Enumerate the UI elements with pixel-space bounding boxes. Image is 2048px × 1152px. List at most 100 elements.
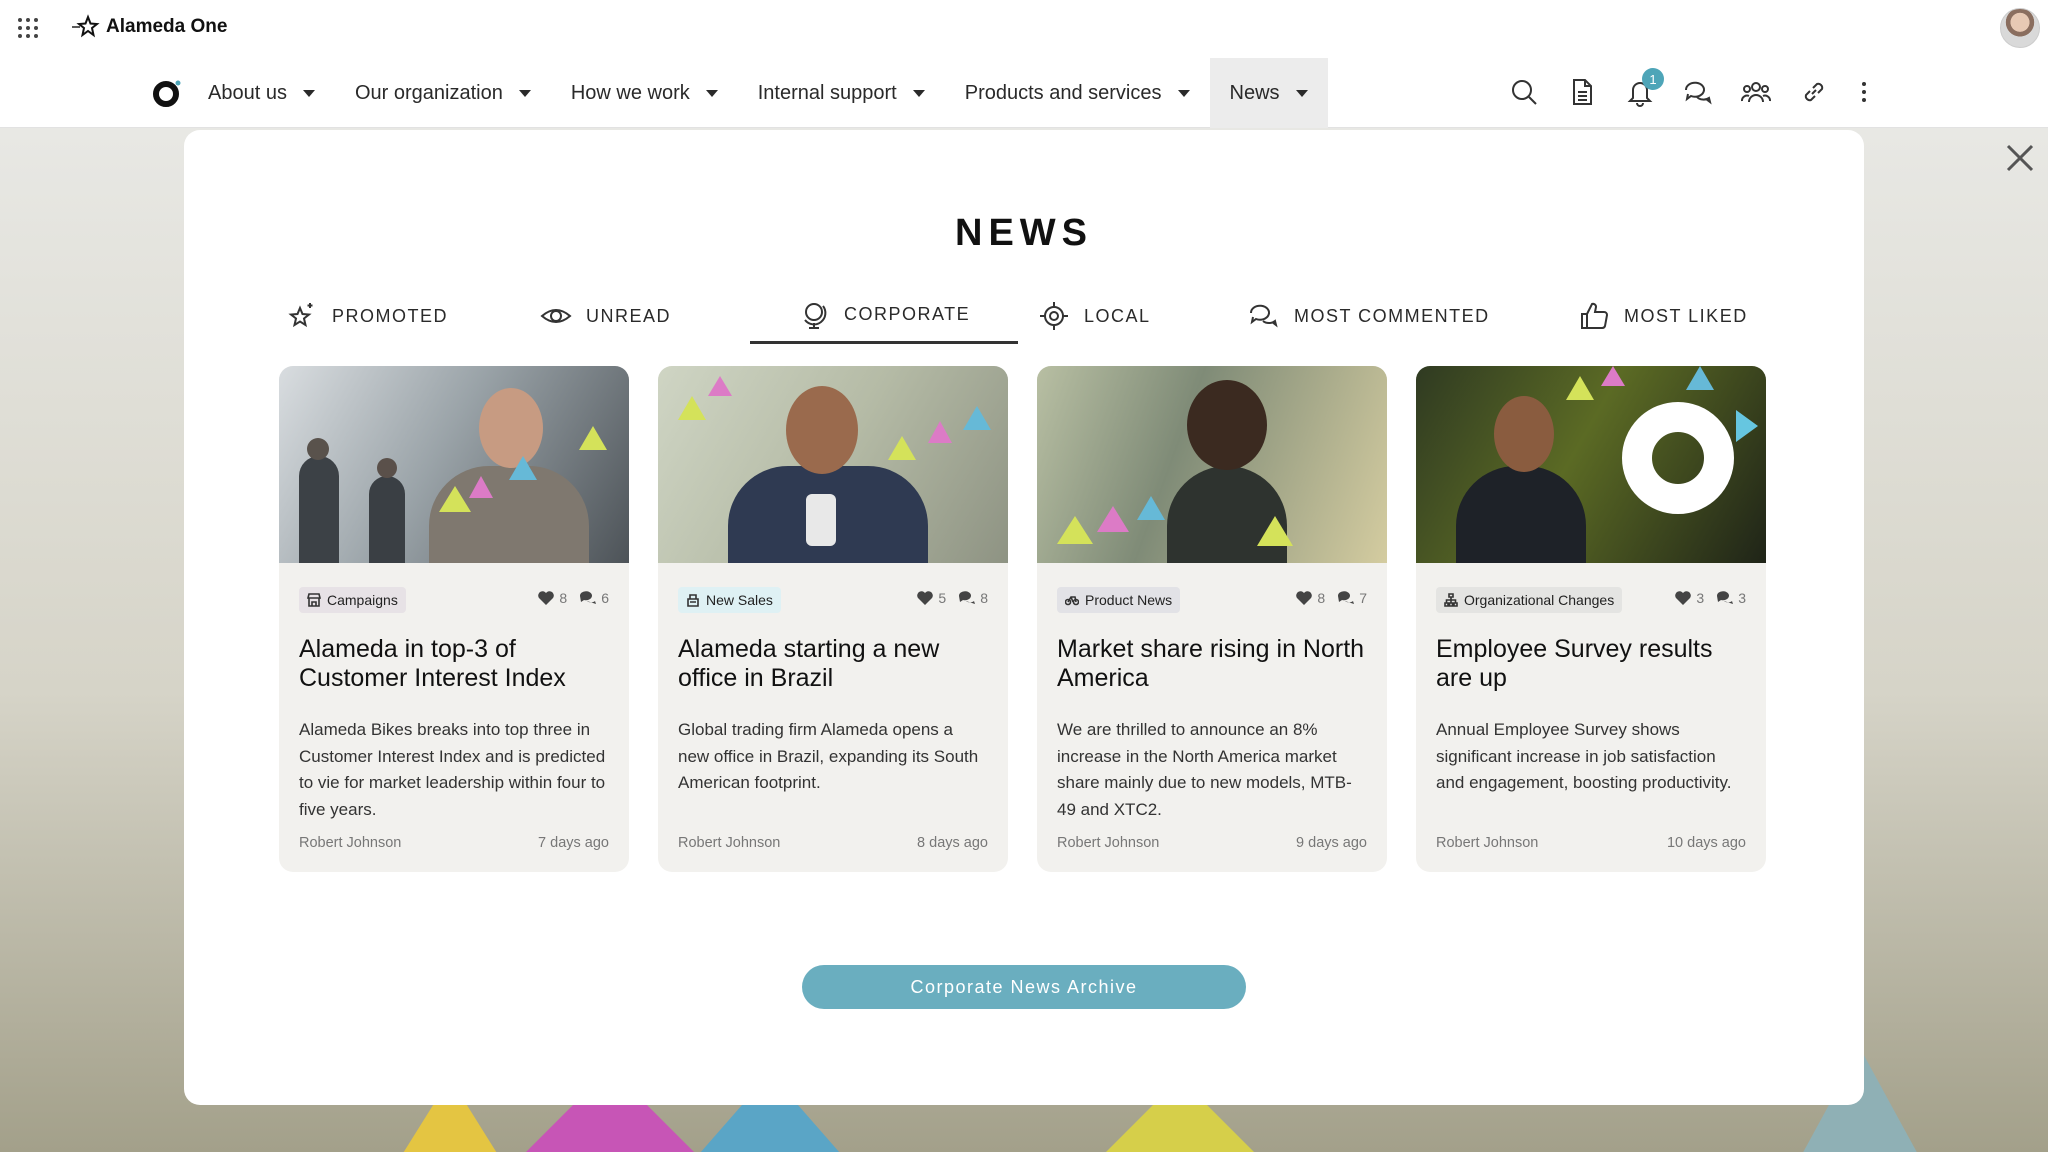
nav-label: Our organization — [354, 81, 503, 104]
caret-down-icon — [1295, 89, 1308, 97]
comment-count[interactable]: 3 — [1716, 589, 1746, 607]
search-icon — [1512, 80, 1537, 105]
more-button[interactable] — [1856, 74, 1872, 110]
link-icon — [1804, 82, 1824, 102]
comments-value: 8 — [980, 590, 988, 606]
likes-value: 5 — [938, 590, 947, 606]
brand[interactable]: Alameda One — [70, 14, 227, 40]
corporate-news-archive-button[interactable]: Corporate News Archive — [802, 965, 1246, 1009]
category-tag[interactable]: Product News — [1057, 587, 1181, 613]
comments-icon — [1338, 591, 1355, 604]
tab-label: MOST LIKED — [1624, 305, 1748, 326]
news-card[interactable]: Organizational Changes 3 3 Employee Surv… — [1416, 366, 1766, 872]
tag-label: New Sales — [706, 592, 773, 608]
app-name: Alameda One — [106, 16, 228, 37]
more-icon — [1862, 82, 1866, 86]
heart-icon — [538, 591, 555, 605]
like-count[interactable]: 5 — [916, 589, 946, 607]
card-title[interactable]: Employee Survey results are up — [1436, 635, 1746, 693]
comments-value: 6 — [601, 590, 609, 606]
tab-label: PROMOTED — [332, 305, 449, 326]
heart-icon — [917, 591, 934, 605]
card-age: 7 days ago — [538, 835, 609, 851]
category-tag[interactable]: New Sales — [678, 587, 781, 613]
heart-icon — [1296, 591, 1313, 605]
tab-local[interactable]: LOCAL — [1038, 288, 1151, 344]
top-bar: Alameda One — [0, 0, 2048, 56]
close-button[interactable] — [2004, 142, 2036, 174]
like-count[interactable]: 3 — [1674, 589, 1704, 607]
card-title[interactable]: Market share rising in North America — [1057, 635, 1367, 693]
tab-label: LOCAL — [1084, 305, 1151, 326]
search-button[interactable] — [1508, 74, 1540, 110]
nav-label: Internal support — [757, 81, 897, 104]
category-tag[interactable]: Campaigns — [299, 587, 406, 613]
comment-count[interactable]: 8 — [958, 589, 988, 607]
category-tag[interactable]: Organizational Changes — [1436, 587, 1623, 613]
tab-corporate[interactable]: CORPORATE — [750, 288, 1019, 344]
like-count[interactable]: 8 — [1295, 589, 1325, 607]
people-button[interactable] — [1740, 74, 1772, 110]
card-description: Global trading firm Alameda opens a new … — [678, 720, 979, 792]
comment-count[interactable]: 6 — [579, 589, 609, 607]
card-description: Alameda Bikes breaks into top three in C… — [299, 720, 606, 819]
nav-label: Products and services — [964, 81, 1162, 104]
user-avatar[interactable] — [2000, 8, 2040, 48]
card-title[interactable]: Alameda in top-3 of Customer Interest In… — [299, 635, 609, 693]
caret-down-icon — [912, 89, 925, 97]
card-author: Robert Johnson — [299, 835, 402, 851]
likes-value: 8 — [1317, 590, 1326, 606]
card-description: We are thrilled to announce an 8% increa… — [1057, 720, 1352, 819]
people-icon — [1741, 82, 1771, 103]
document-icon — [1573, 79, 1592, 105]
nav-label: About us — [208, 81, 287, 104]
target-icon — [1040, 302, 1068, 330]
home-logo-icon[interactable] — [152, 78, 182, 108]
tab-unread[interactable]: UNREAD — [540, 288, 671, 344]
news-card[interactable]: Campaigns 8 6 Alameda in top-3 of Custom… — [279, 366, 629, 872]
comments-value: 3 — [1738, 590, 1746, 606]
nav-news[interactable]: News — [1209, 58, 1328, 128]
tab-promoted[interactable]: PROMOTED — [286, 288, 448, 344]
tab-label: MOST COMMENTED — [1294, 305, 1490, 326]
thumbs-up-icon — [1581, 302, 1609, 329]
nav-internal-support[interactable]: Internal support — [738, 58, 945, 128]
comments-icon — [580, 591, 597, 604]
nav-how-we-work[interactable]: How we work — [551, 58, 738, 128]
caret-down-icon — [302, 89, 315, 97]
news-image — [658, 366, 1008, 563]
notification-badge: 1 — [1642, 68, 1664, 90]
likes-value: 3 — [1696, 590, 1705, 606]
notifications-button[interactable]: 1 — [1624, 68, 1664, 110]
card-age: 8 days ago — [917, 835, 988, 851]
nav-about-us[interactable]: About us — [188, 58, 335, 128]
news-tabs: PROMOTED UNREAD CORPORATE LOCAL MOST COM… — [254, 288, 1774, 344]
panel-title: NEWS — [955, 212, 1093, 254]
tab-most-commented[interactable]: MOST COMMENTED — [1248, 288, 1490, 344]
like-count[interactable]: 8 — [537, 589, 567, 607]
nav-our-organization[interactable]: Our organization — [335, 58, 551, 128]
documents-button[interactable] — [1566, 74, 1598, 110]
tab-label: UNREAD — [586, 305, 672, 326]
nav-label: News — [1229, 81, 1280, 104]
tab-most-liked[interactable]: MOST LIKED — [1578, 288, 1748, 344]
comments-icon — [959, 591, 976, 604]
nav-products-and-services[interactable]: Products and services — [945, 58, 1210, 128]
caret-down-icon — [518, 89, 531, 97]
bike-icon — [1065, 596, 1079, 606]
tag-label: Product News — [1085, 592, 1173, 608]
store-icon — [307, 593, 321, 607]
card-title[interactable]: Alameda starting a new office in Brazil — [678, 635, 988, 693]
chat-icon — [1684, 81, 1712, 105]
news-card[interactable]: Product News 8 7 Market share rising in … — [1037, 366, 1387, 872]
app-launcher-icon[interactable] — [18, 18, 38, 38]
links-button[interactable] — [1798, 74, 1830, 110]
card-age: 10 days ago — [1666, 835, 1746, 851]
nav-label: How we work — [570, 81, 690, 104]
comments-icon — [1717, 591, 1734, 604]
comment-count[interactable]: 7 — [1337, 589, 1367, 607]
news-card[interactable]: New Sales 5 8 Alameda starting a new off… — [658, 366, 1008, 872]
likes-value: 8 — [559, 590, 568, 606]
chat-button[interactable] — [1682, 74, 1714, 110]
news-image — [1037, 366, 1387, 563]
